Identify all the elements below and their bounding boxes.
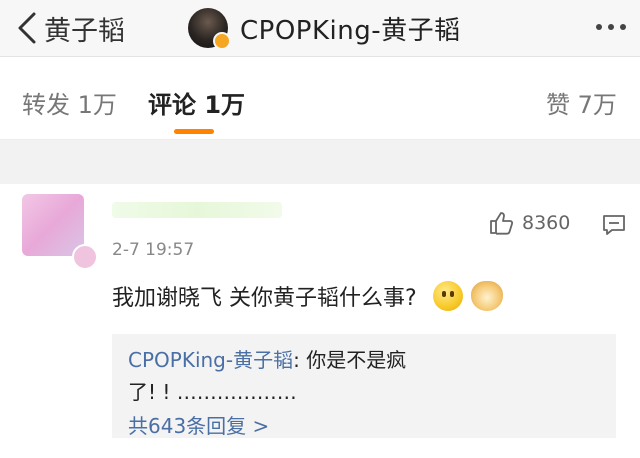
active-tab-indicator (174, 129, 214, 134)
tab-comments[interactable]: 评论 1万 (148, 85, 245, 120)
reply-line-1: CPOPKing-黄子韬: 你是不是疯 (128, 344, 406, 373)
reply-text-2: 了! ! ……………… (128, 380, 297, 404)
thumbs-up-icon (490, 212, 514, 235)
top-bar: 黄子韬 CPOPKing-黄子韬 (0, 0, 640, 57)
reply-text-1: : 你是不是疯 (293, 348, 407, 372)
view-all-replies-link[interactable]: 共643条回复 > (128, 410, 269, 439)
chevron-left-icon (18, 12, 36, 44)
page-title: CPOPKing-黄子韬 (240, 15, 461, 46)
reply-username[interactable]: CPOPKing-黄子韬 (128, 348, 293, 372)
back-label: 黄子韬 (44, 15, 125, 47)
user-badge-icon (72, 244, 98, 270)
verified-badge-icon (213, 32, 231, 50)
section-divider (0, 140, 640, 184)
avatar[interactable] (188, 8, 231, 50)
reply-preview[interactable]: CPOPKing-黄子韬: 你是不是疯 了! ! ……………… 共643条回复 … (112, 334, 616, 438)
commenter-name-blurred[interactable] (112, 202, 282, 218)
title-area: CPOPKing-黄子韬 (188, 7, 461, 50)
smile-emoji-icon (432, 281, 463, 311)
like-button[interactable]: 8360 (488, 210, 570, 236)
more-options-icon[interactable] (596, 12, 626, 42)
comment-time: 2-7 19:57 (112, 240, 195, 260)
comment-body: 我加谢晓飞 关你黄子韬什么事? (112, 280, 503, 312)
tab-likes[interactable]: 赞 7万 (546, 85, 617, 120)
comment-text: 我加谢晓飞 关你黄子韬什么事? (112, 286, 417, 311)
doge-emoji-icon (470, 281, 503, 311)
reply-comment-icon[interactable] (602, 214, 626, 236)
commenter-avatar[interactable] (22, 194, 98, 270)
like-count: 8360 (522, 212, 571, 234)
tab-reposts[interactable]: 转发 1万 (22, 85, 117, 120)
back-button[interactable]: 黄子韬 (14, 8, 125, 48)
comment-item: 2-7 19:57 8360 我加谢晓飞 关你黄子韬什么事? CPOPKing-… (0, 184, 640, 458)
tab-bar: 转发 1万 评论 1万 赞 7万 (0, 57, 640, 140)
